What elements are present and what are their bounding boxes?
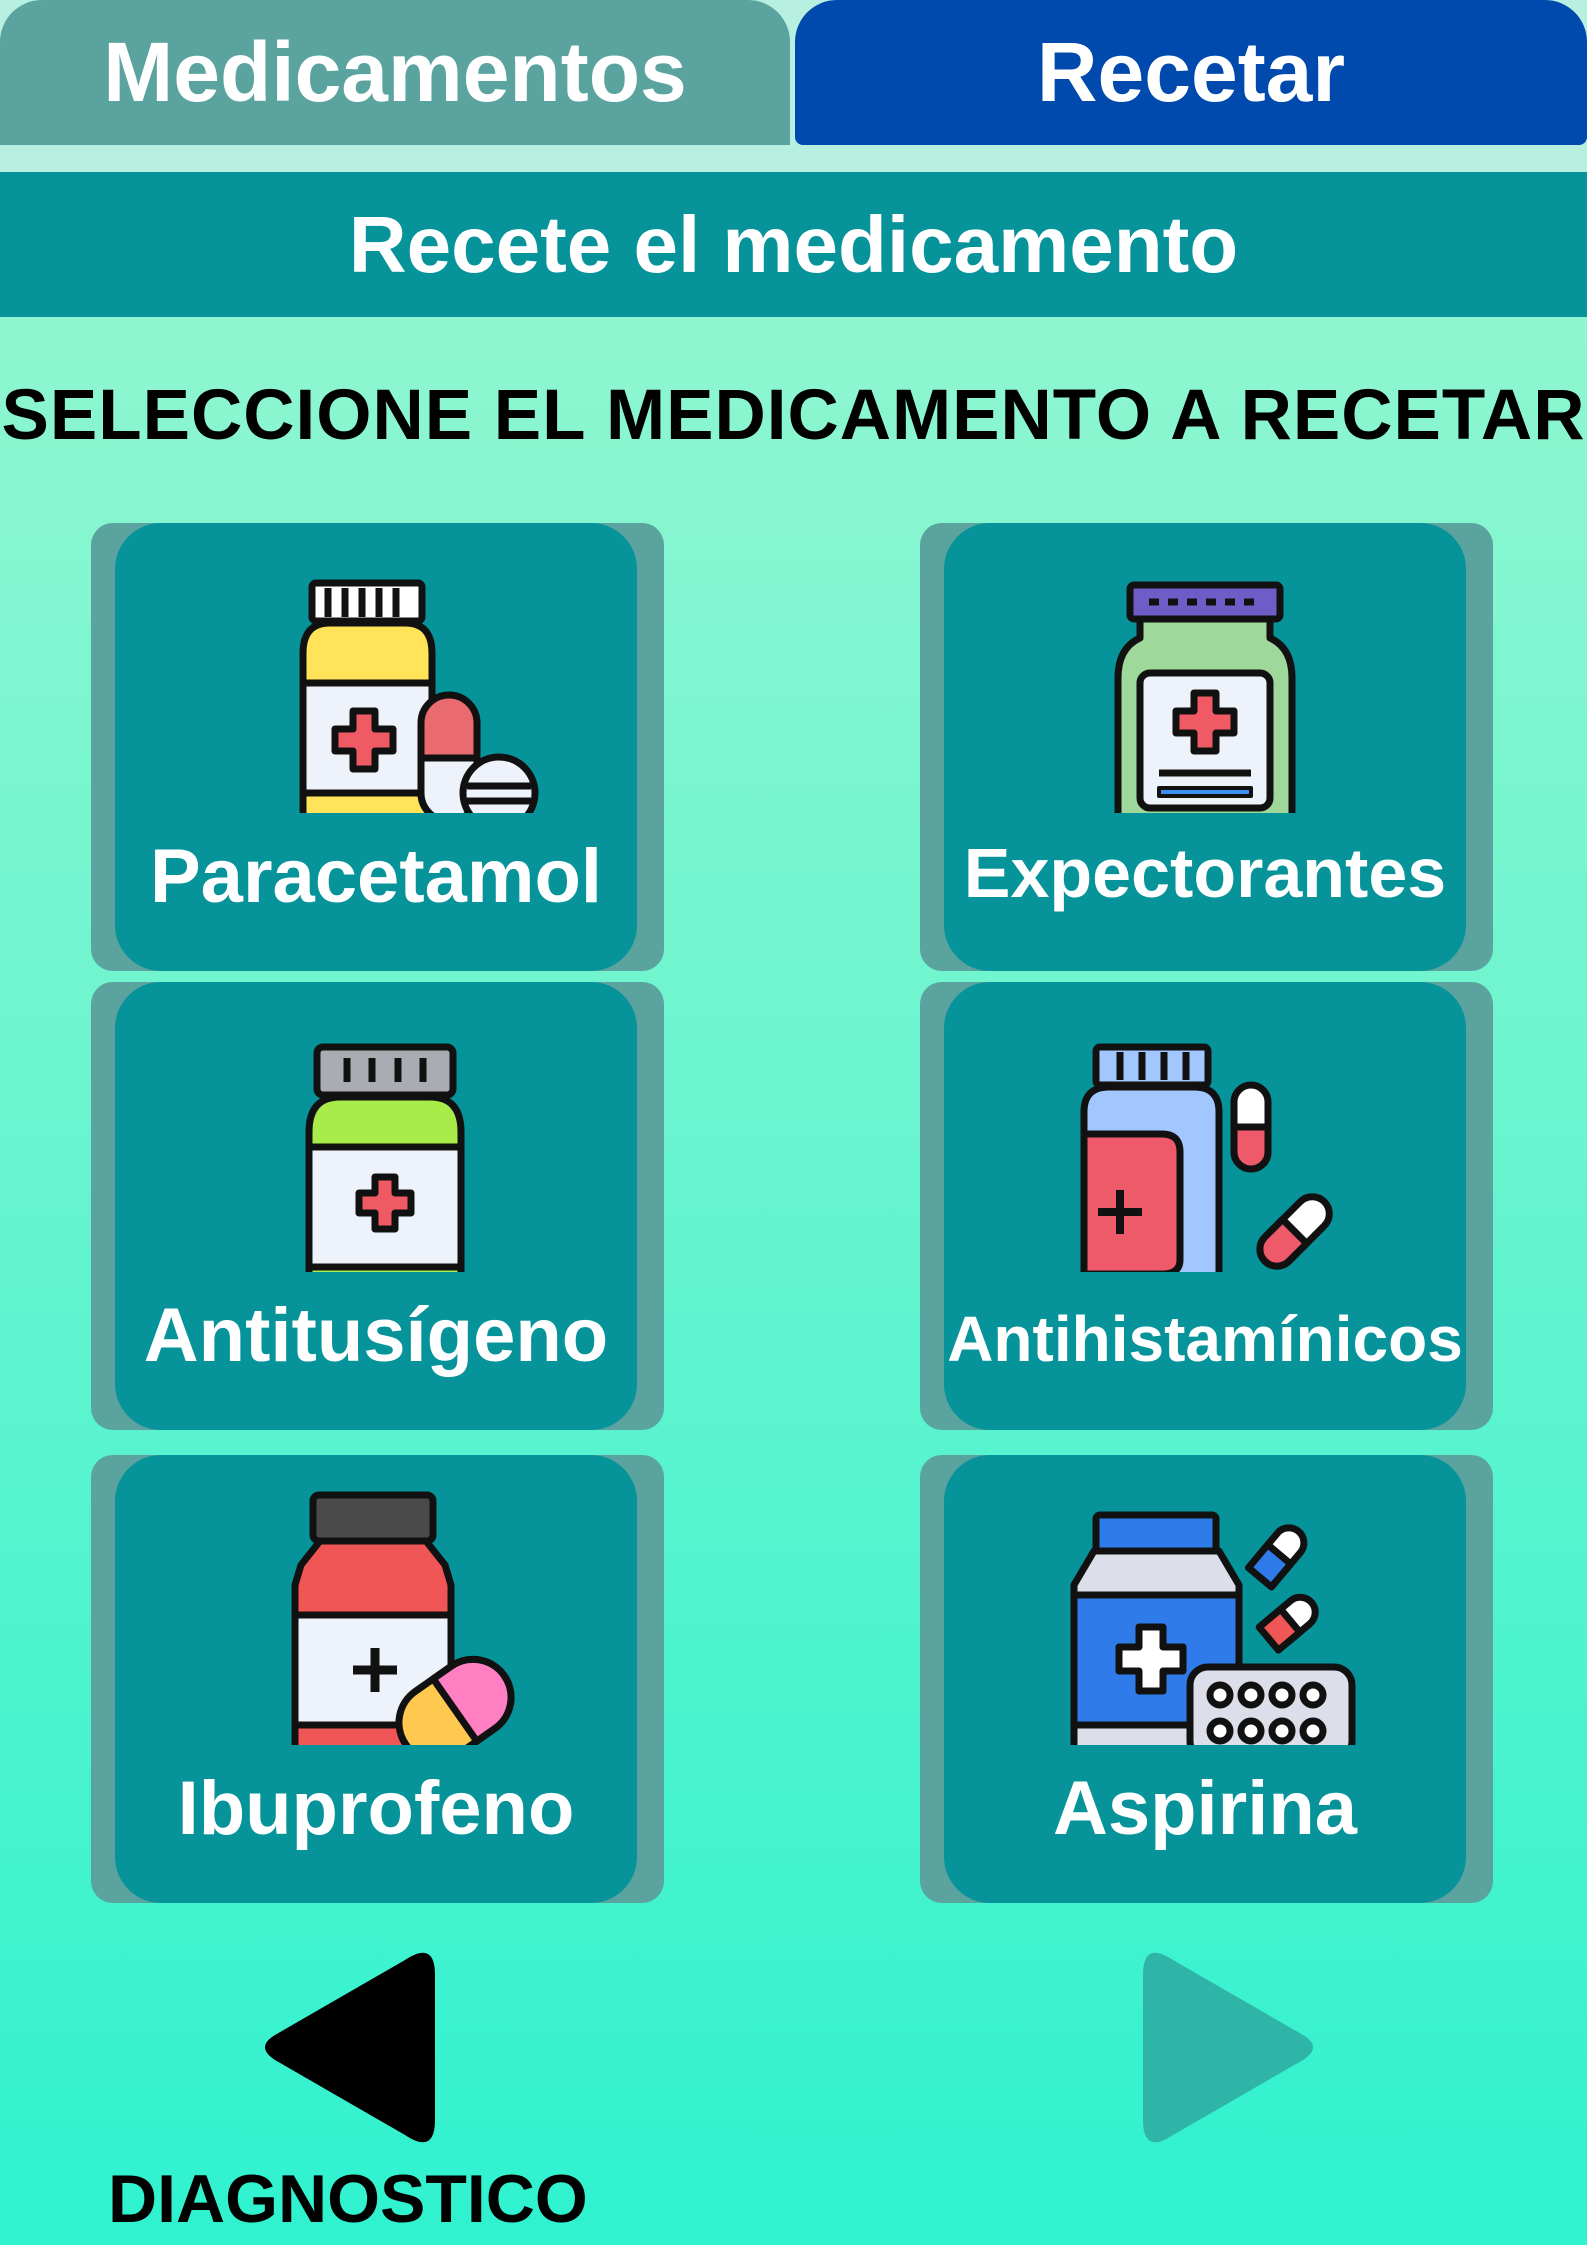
page-title: Recete el medicamento	[348, 199, 1239, 289]
medication-card-antihistaminicos[interactable]: Antihistamínicos	[920, 982, 1493, 1430]
instruction-text: SELECCIONE EL MEDICAMENTO A RECETAR	[1, 376, 1586, 455]
page-header: Recete el medicamento	[0, 172, 1587, 317]
tab-bar: Medicamentos Recetar	[0, 0, 1587, 172]
back-arrow-button[interactable]	[260, 1950, 440, 2145]
tab-medicamentos[interactable]: Medicamentos	[0, 0, 790, 145]
syrup-bottle-icon	[1114, 581, 1296, 813]
pill-bottle-yellow-icon	[299, 579, 539, 813]
pill-bottle-blister-icon	[1070, 1511, 1356, 1745]
medication-label: Antitusígeno	[143, 1293, 609, 1378]
tab-medicamentos-label: Medicamentos	[103, 25, 687, 119]
medication-label: Antihistamínicos	[947, 1303, 1463, 1375]
pill-bottle-red-icon	[291, 1491, 515, 1745]
medication-label: Paracetamol	[149, 834, 603, 919]
medication-label: Aspirina	[1052, 1766, 1358, 1851]
diagnostico-label[interactable]: DIAGNOSTICO	[108, 2160, 588, 2238]
medication-card-antitusigeno[interactable]: Antitusígeno	[91, 982, 664, 1430]
medication-label: Expectorantes	[963, 834, 1447, 912]
pill-bottle-blue-icon	[1080, 1043, 1333, 1272]
medication-card-aspirina[interactable]: Aspirina	[920, 1455, 1493, 1903]
next-arrow-button[interactable]	[1138, 1950, 1318, 2145]
medication-card-ibuprofeno[interactable]: Ibuprofeno	[91, 1455, 664, 1903]
pill-bottle-green-icon	[305, 1043, 465, 1272]
medication-card-paracetamol[interactable]: Paracetamol	[91, 523, 664, 971]
medication-label: Ibuprofeno	[177, 1766, 575, 1851]
medication-card-expectorantes[interactable]: Expectorantes	[920, 523, 1493, 971]
tab-recetar-label: Recetar	[1036, 25, 1346, 119]
tab-recetar[interactable]: Recetar	[795, 0, 1587, 145]
